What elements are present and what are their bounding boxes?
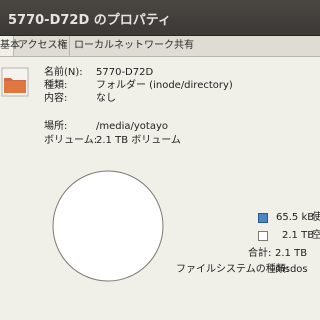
- location-label: 場所:: [44, 121, 68, 132]
- contents-label: 内容:: [44, 93, 68, 104]
- contents-value: なし: [96, 93, 116, 104]
- used-label: 使: [312, 212, 320, 223]
- window-title: 5770-D72D のプロパティ: [8, 13, 171, 28]
- free-swatch: [258, 231, 268, 241]
- tab-permissions[interactable]: アクセス権: [14, 36, 70, 56]
- location-value: /media/yotayo: [96, 121, 169, 132]
- volume-label: ボリューム:: [44, 135, 98, 146]
- total-value: 2.1 TB: [275, 248, 308, 259]
- used-swatch: [258, 213, 268, 223]
- filesystem-label: ファイルシステムの種類:: [176, 264, 290, 275]
- tab-local-network-share[interactable]: ローカルネットワーク共有: [70, 36, 194, 56]
- folder-icon: [1, 67, 29, 97]
- type-label: 種類:: [44, 80, 68, 91]
- tab-basic[interactable]: 基本: [0, 36, 20, 56]
- used-value: 65.5 kB: [276, 212, 315, 223]
- name-label: 名前(N):: [44, 67, 83, 78]
- properties-window: 5770-D72D のプロパティ 基本 アクセス権 ローカルネットワーク共有 名…: [0, 0, 320, 320]
- disk-usage-pie: [52, 170, 164, 282]
- free-value: 2.1 TB: [282, 230, 315, 241]
- volume-value: 2.1 TB ボリューム: [96, 135, 181, 146]
- filesystem-value: msdos: [275, 264, 308, 275]
- total-label: 合計:: [248, 248, 272, 259]
- type-value: フォルダー (inode/directory): [96, 80, 233, 91]
- free-label: 空: [312, 230, 320, 241]
- name-value: 5770-D72D: [96, 67, 154, 78]
- titlebar[interactable]: 5770-D72D のプロパティ: [0, 0, 320, 36]
- tab-bar: 基本 アクセス権 ローカルネットワーク共有: [0, 36, 320, 57]
